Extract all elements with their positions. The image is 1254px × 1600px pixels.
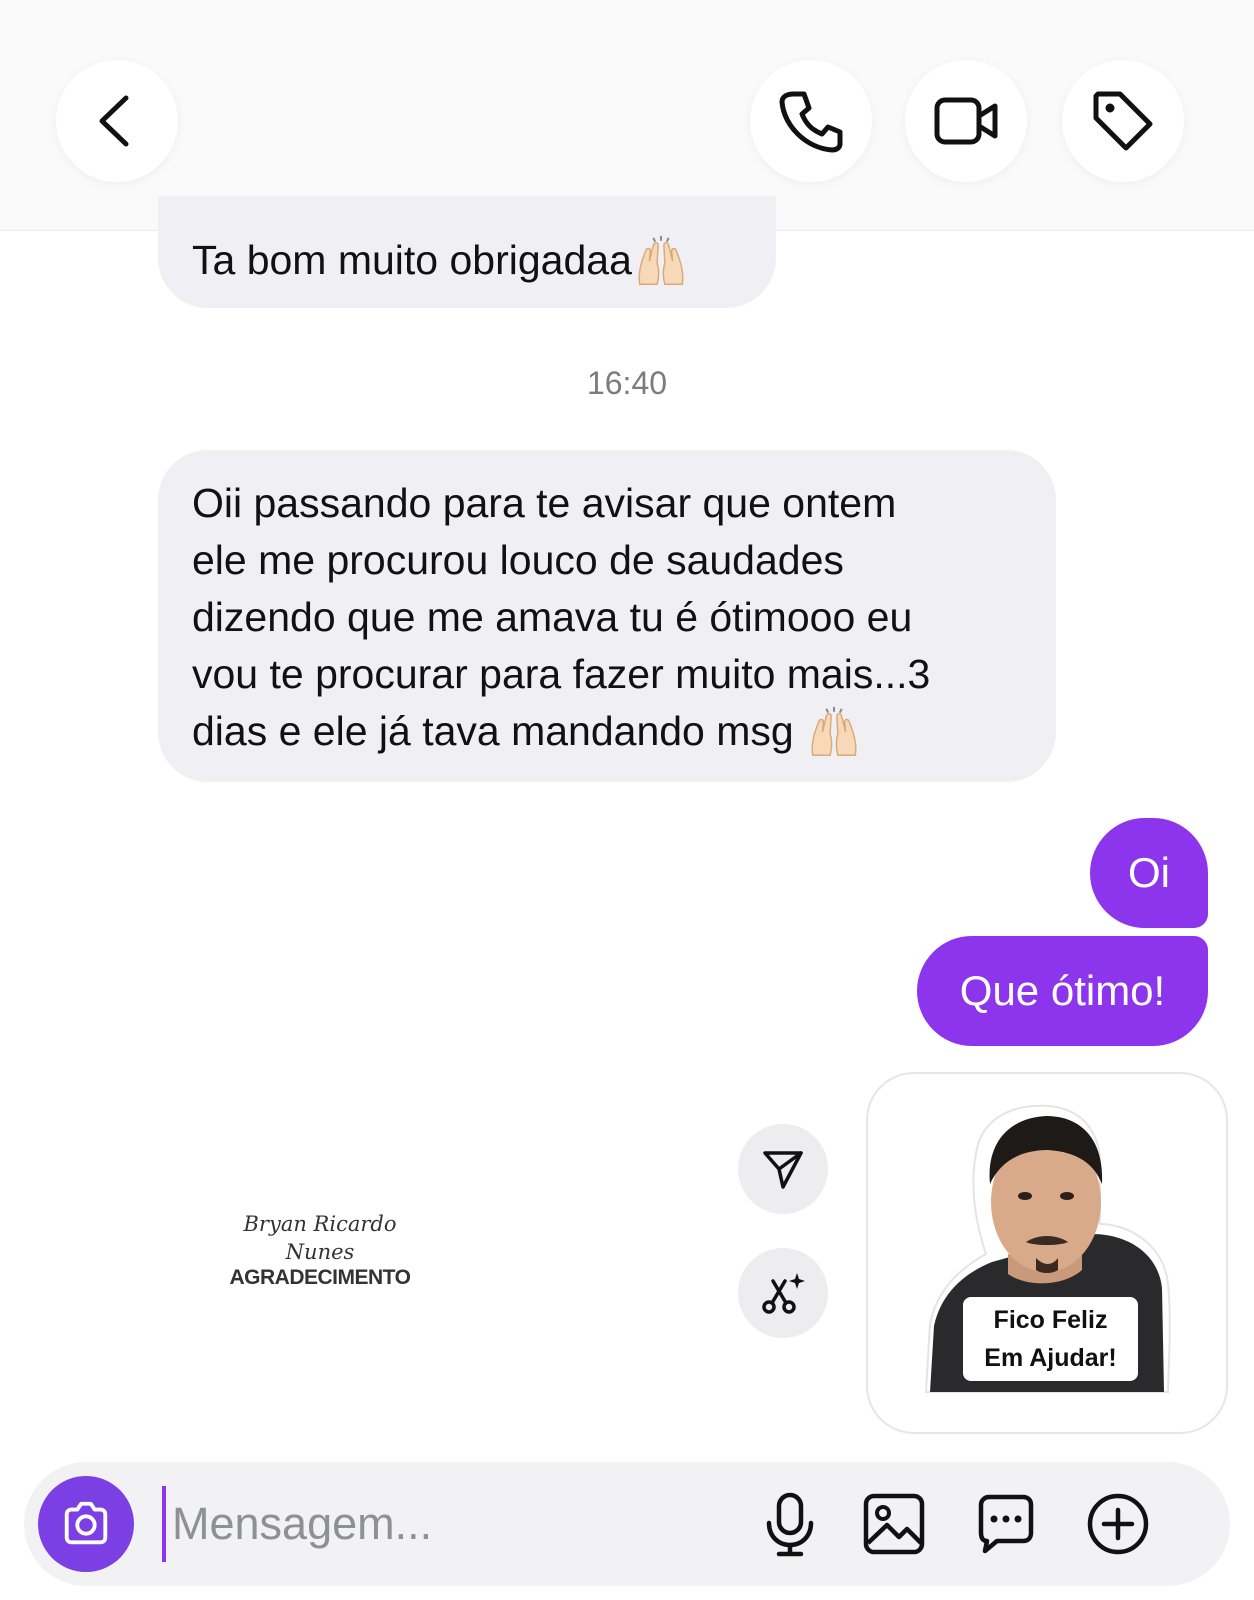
call-button[interactable] xyxy=(750,60,872,182)
watermark-caption: AGRADECIMENTO xyxy=(229,1266,411,1289)
camera-icon xyxy=(64,1501,108,1545)
raised-hands-emoji xyxy=(811,707,857,757)
sticker-chat-icon xyxy=(978,1494,1034,1554)
message-line: vou te procurar para fazer muito mais...… xyxy=(192,651,931,697)
message-line-with-emoji: dias e ele já tava mandando msg xyxy=(192,703,1056,763)
received-message[interactable]: Oii passando para te avisar que ontem el… xyxy=(158,450,1056,782)
scissors-sparkle-icon xyxy=(762,1273,805,1314)
message-line: Oii passando para te avisar que ontem xyxy=(192,480,897,526)
chevron-left-icon xyxy=(99,95,129,147)
sent-message[interactable]: Oi xyxy=(1090,818,1208,928)
microphone-button[interactable] xyxy=(756,1490,824,1558)
sticker-button[interactable] xyxy=(972,1490,1040,1558)
video-camera-icon xyxy=(934,97,998,145)
camera-button[interactable] xyxy=(38,1476,134,1572)
video-call-button[interactable] xyxy=(905,60,1027,182)
sent-message[interactable]: Que ótimo! xyxy=(917,936,1208,1046)
raised-hands-emoji xyxy=(638,236,684,286)
more-button[interactable] xyxy=(1084,1490,1152,1558)
image-icon xyxy=(863,1493,925,1555)
watermark: Bryan Ricardo Nunes AGRADECIMENTO xyxy=(200,1210,440,1290)
message-text: Ta bom muito obrigadaa xyxy=(192,237,632,283)
message-composer xyxy=(24,1462,1230,1586)
message-line: dias e ele já tava mandando msg xyxy=(192,708,794,754)
message-text: Que ótimo! xyxy=(959,967,1166,1014)
share-button[interactable] xyxy=(738,1124,828,1214)
phone-icon xyxy=(779,91,843,153)
send-icon xyxy=(763,1151,803,1189)
received-message[interactable]: Ta bom muito obrigadaa xyxy=(158,196,776,308)
microphone-icon xyxy=(766,1492,814,1557)
sticker-caption-line: Fico Feliz xyxy=(993,1306,1108,1334)
watermark-name: Bryan Ricardo xyxy=(243,1212,397,1236)
tag-button[interactable] xyxy=(1062,60,1184,182)
message-text: Oi xyxy=(1128,849,1170,896)
gallery-button[interactable] xyxy=(860,1490,928,1558)
message-line: dizendo que me amava tu é ótimooo eu xyxy=(192,594,913,640)
remix-button[interactable] xyxy=(738,1248,828,1338)
message-input[interactable] xyxy=(162,1486,732,1562)
watermark-surname: Nunes xyxy=(285,1240,355,1264)
message-line: ele me procurou louco de saudades xyxy=(192,537,844,583)
tag-icon xyxy=(1093,91,1153,151)
plus-icon xyxy=(1087,1493,1149,1555)
back-button[interactable] xyxy=(56,60,178,182)
sticker-caption: Fico Feliz Em Ajudar! xyxy=(963,1297,1138,1381)
message-timestamp: 16:40 xyxy=(586,365,668,401)
sticker-message[interactable]: Fico Feliz Em Ajudar! xyxy=(866,1072,1228,1434)
sticker-caption-line: Em Ajudar! xyxy=(984,1344,1117,1372)
